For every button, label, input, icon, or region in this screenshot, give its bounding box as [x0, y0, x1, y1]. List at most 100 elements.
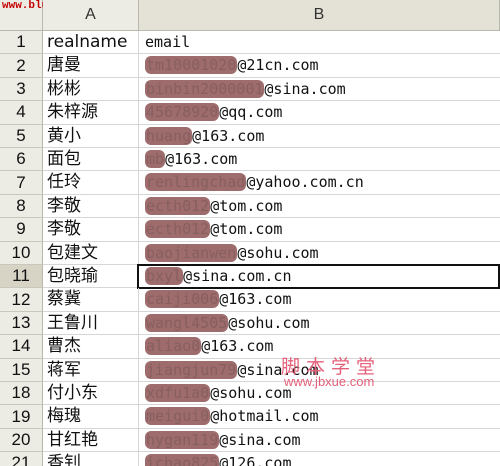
- email-redacted-part: xdfu1a0: [145, 384, 211, 402]
- email-visible-part: @qq.com: [219, 103, 283, 122]
- row-header[interactable]: 11: [0, 265, 43, 289]
- cell-email[interactable]: huang@163.com: [139, 125, 500, 148]
- cell-email[interactable]: email: [139, 31, 500, 55]
- table-row: 8 李敬 ecth012@tom.com: [0, 194, 500, 219]
- cell-email[interactable]: aliao0@163.com: [139, 335, 500, 359]
- row-header[interactable]: 3: [0, 77, 43, 102]
- row-header[interactable]: 1: [0, 31, 43, 55]
- email-redacted-part: ecth012: [145, 220, 211, 239]
- cell-email[interactable]: ichao825@126.com: [139, 452, 500, 466]
- email-visible-part: @sina.com: [237, 360, 319, 379]
- email-visible-part: @yahoo.com.cn: [246, 173, 364, 192]
- cell-realname[interactable]: realname: [43, 31, 139, 55]
- row-header[interactable]: 12: [0, 288, 43, 312]
- email-redacted-part: 45678920: [145, 103, 220, 122]
- row-header[interactable]: 6: [0, 148, 43, 172]
- cell-realname[interactable]: 曹杰: [43, 335, 139, 359]
- row-header[interactable]: 8: [0, 194, 43, 219]
- email-visible-part: @163.com: [165, 150, 238, 168]
- email-visible-part: @sina.com.cn: [183, 267, 292, 285]
- cell-email[interactable]: ecth012@tom.com: [139, 218, 500, 242]
- table-row: 4 朱梓源 45678920@qq.com: [0, 101, 500, 125]
- email-redacted-part: renlingchad: [145, 173, 247, 192]
- row-header[interactable]: 14: [0, 335, 43, 359]
- cell-email[interactable]: meigui0@hotmail.com: [139, 405, 500, 429]
- cell-realname[interactable]: 蒋军: [43, 358, 139, 382]
- cell-realname[interactable]: 包建文: [43, 241, 139, 265]
- row-header[interactable]: 18: [0, 382, 43, 406]
- cell-email[interactable]: hygan119@sina.com: [139, 429, 500, 453]
- cell-email[interactable]: xdfu1a0@sohu.com: [139, 382, 500, 406]
- cell-realname[interactable]: 唐曼: [43, 54, 139, 78]
- table-row: 3 彬彬 binbin2000001@sina.com: [0, 77, 500, 102]
- spreadsheet: www.blue1000.com A B 1realnameemail2唐曼tm…: [0, 0, 500, 466]
- cell-realname[interactable]: 朱梓源: [43, 101, 139, 125]
- cell-email[interactable]: baojianwen@sohu.com: [139, 242, 500, 265]
- cell-realname[interactable]: 李敬: [43, 218, 139, 242]
- email-visible-part: @163.com: [201, 337, 274, 356]
- row-header[interactable]: 13: [0, 311, 43, 336]
- email-redacted-part: ichao825: [145, 454, 220, 466]
- cell-email[interactable]: ecth012@tom.com: [139, 195, 500, 219]
- cell-email[interactable]: renlingchad@yahoo.com.cn: [139, 171, 500, 195]
- email-redacted-part: aliao0: [145, 337, 202, 356]
- row-header[interactable]: 15: [0, 358, 43, 382]
- row-header[interactable]: 2: [0, 54, 43, 78]
- cell-realname[interactable]: 包晓瑜: [43, 265, 139, 289]
- cell-realname[interactable]: 王鲁川: [43, 311, 139, 336]
- email-visible-part: @sohu.com: [210, 384, 292, 402]
- row-header[interactable]: 19: [0, 405, 43, 429]
- email-visible-part: @sohu.com: [228, 313, 310, 332]
- row-header[interactable]: 4: [0, 101, 43, 125]
- email-redacted-part: wangl4505: [145, 313, 229, 332]
- cell-realname[interactable]: 蔡冀: [43, 288, 139, 312]
- column-header-a[interactable]: A: [43, 0, 139, 31]
- cell-email[interactable]: binbin2000001@sina.com: [139, 78, 500, 102]
- email-visible-part: @hotmail.com: [210, 407, 319, 426]
- table-row: 13 王鲁川 wangl4505@sohu.com: [0, 311, 500, 336]
- email-redacted-part: jiangjun79: [145, 360, 238, 379]
- cell-email[interactable]: 45678920@qq.com: [139, 101, 500, 125]
- table-row: 1 realname email: [0, 31, 500, 55]
- row-header[interactable]: 10: [0, 241, 43, 265]
- email-redacted-part: huang: [145, 126, 193, 145]
- table-row: 5 黄小 huang@163.com: [0, 124, 500, 148]
- email-redacted-part: mb: [145, 150, 166, 168]
- table-row: 6 面包 mb@163.com: [0, 148, 500, 172]
- cell-email[interactable]: tm10001020@21cn.com: [139, 54, 500, 78]
- email-visible-part: @21cn.com: [237, 56, 319, 75]
- cell-realname[interactable]: 黄小: [43, 124, 139, 148]
- cell-email[interactable]: jiangjun79@sina.com: [139, 359, 500, 382]
- cell-email[interactable]: mb@163.com: [139, 148, 500, 172]
- cell-realname[interactable]: 李敬: [43, 194, 139, 219]
- table-row: 20 甘红艳 hygan119@sina.com: [0, 428, 500, 453]
- email-visible-part: @sohu.com: [237, 243, 319, 262]
- row-header[interactable]: 21: [0, 452, 43, 466]
- cell-realname[interactable]: 梅瑰: [43, 405, 139, 429]
- cell-realname[interactable]: 甘红艳: [43, 428, 139, 453]
- email-redacted-part: ecth012: [145, 196, 211, 215]
- table-row: 11 包晓瑜 bxyl@sina.com.cn: [0, 265, 500, 289]
- row-header[interactable]: 20: [0, 428, 43, 453]
- email-redacted-part: baojianwen: [145, 243, 238, 262]
- row-header[interactable]: 9: [0, 218, 43, 242]
- email-visible-part: @tom.com: [210, 196, 283, 215]
- row-header[interactable]: 7: [0, 171, 43, 195]
- column-header-b[interactable]: B: [139, 0, 500, 31]
- cell-realname[interactable]: 香钊: [43, 452, 139, 466]
- email-visible-part: email: [145, 33, 191, 51]
- cell-email[interactable]: bxyl@sina.com.cn: [139, 265, 500, 289]
- email-visible-part: @tom.com: [210, 220, 283, 239]
- table-row: 14 曹杰 aliao0@163.com: [0, 335, 500, 359]
- cell-realname[interactable]: 彬彬: [43, 77, 139, 102]
- table-row: 7 任玲 renlingchad@yahoo.com.cn: [0, 171, 500, 195]
- cell-realname[interactable]: 付小东: [43, 382, 139, 406]
- cell-email[interactable]: caiji006@163.com: [139, 288, 500, 312]
- cell-realname[interactable]: 面包: [43, 148, 139, 172]
- row-header[interactable]: 5: [0, 124, 43, 148]
- email-redacted-part: binbin2000001: [145, 79, 265, 98]
- cell-email[interactable]: wangl4505@sohu.com: [139, 312, 500, 336]
- email-redacted-part: bxyl: [145, 267, 184, 285]
- table-row: 19 梅瑰 meigui0@hotmail.com: [0, 405, 500, 429]
- cell-realname[interactable]: 任玲: [43, 171, 139, 195]
